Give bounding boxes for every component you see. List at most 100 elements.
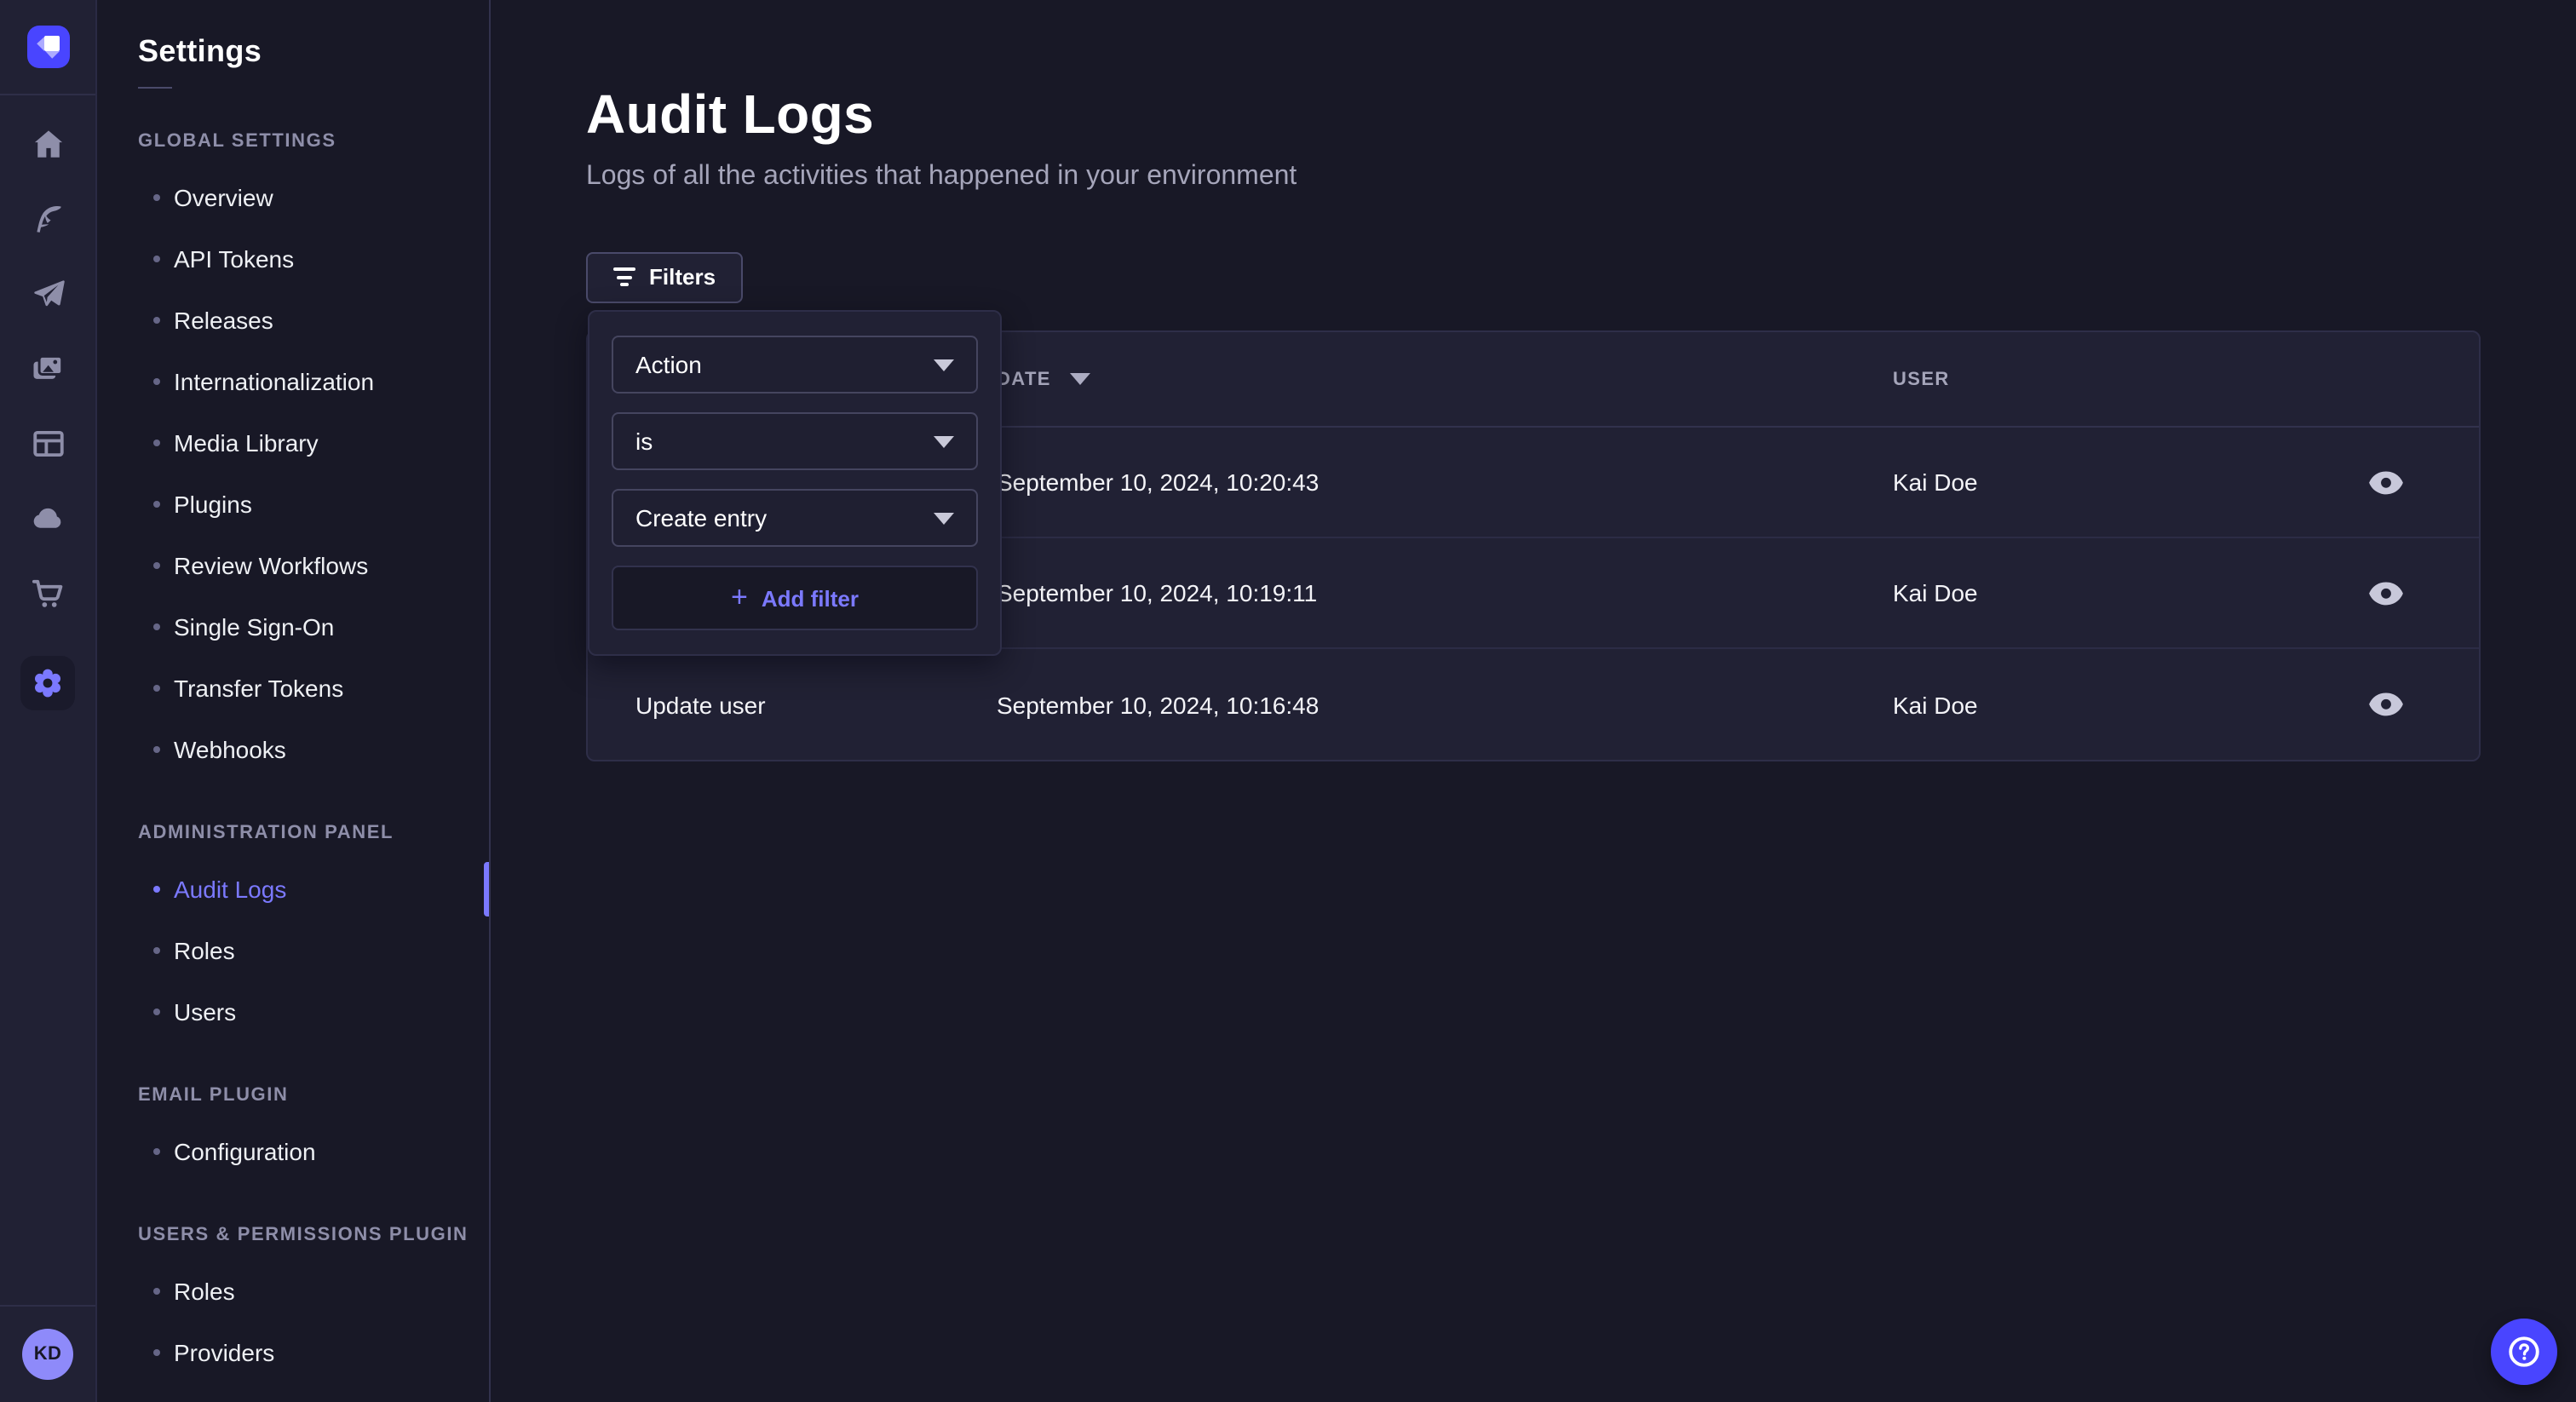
eye-icon — [2367, 580, 2403, 606]
bullet-icon — [153, 440, 160, 446]
main-content: Audit Logs Logs of all the activities th… — [491, 0, 2576, 1402]
sidebar-item-up-providers[interactable]: Providers — [97, 1322, 489, 1383]
home-icon — [30, 125, 66, 161]
bullet-icon — [153, 623, 160, 630]
sidebar-item-overview[interactable]: Overview — [97, 167, 489, 228]
nav-media-library[interactable] — [27, 348, 68, 388]
bullet-icon — [153, 501, 160, 508]
sort-descending-icon — [1070, 373, 1090, 385]
nav-footer: KD — [0, 1305, 95, 1402]
workspace-logo-slot — [0, 0, 95, 95]
cell-date: September 10, 2024, 10:20:43 — [997, 468, 1893, 496]
section-email-plugin: EMAIL PLUGIN — [138, 1085, 489, 1106]
filter-operator-select[interactable]: is — [612, 412, 978, 470]
bullet-icon — [153, 886, 160, 893]
page-subtitle: Logs of all the activities that happened… — [586, 158, 2576, 194]
eye-icon — [2367, 692, 2403, 717]
column-header-date[interactable]: DATE — [997, 369, 1893, 389]
chevron-down-icon — [934, 435, 954, 447]
nav-content-type-builder[interactable] — [27, 422, 68, 463]
add-filter-label: Add filter — [762, 585, 859, 611]
bullet-icon — [153, 1349, 160, 1356]
sidebar-item-email-configuration[interactable]: Configuration — [97, 1121, 489, 1182]
email-plugin-list: Configuration — [97, 1121, 489, 1182]
chevron-down-icon — [934, 359, 954, 371]
nav-icon-list — [20, 123, 75, 710]
strapi-logo-glyph — [26, 26, 69, 68]
sidebar-item-admin-users[interactable]: Users — [97, 981, 489, 1043]
filter-value-value: Create entry — [635, 504, 767, 531]
subnav-title: Settings — [138, 34, 489, 70]
bullet-icon — [153, 1288, 160, 1295]
bullet-icon — [153, 317, 160, 324]
cloud-icon — [29, 499, 66, 537]
cell-date: September 10, 2024, 10:16:48 — [997, 691, 1893, 718]
sidebar-item-webhooks[interactable]: Webhooks — [97, 719, 489, 780]
user-avatar[interactable]: KD — [22, 1329, 73, 1380]
cell-action: Update user — [588, 691, 997, 718]
sidebar-item-up-roles[interactable]: Roles — [97, 1261, 489, 1322]
help-question-icon — [2506, 1334, 2542, 1370]
filters-button[interactable]: Filters — [586, 251, 743, 302]
view-details-button[interactable] — [2361, 569, 2409, 617]
subnav-divider — [138, 87, 172, 89]
nav-home[interactable] — [27, 123, 68, 164]
cell-user: Kai Doe — [1893, 691, 2288, 718]
nav-marketplace[interactable] — [27, 572, 68, 613]
active-item-indicator — [484, 862, 489, 916]
help-button[interactable] — [2491, 1319, 2557, 1385]
bullet-icon — [153, 947, 160, 954]
main-nav-rail: KD — [0, 0, 97, 1402]
sidebar-item-internationalization[interactable]: Internationalization — [97, 351, 489, 412]
sidebar-item-api-tokens[interactable]: API Tokens — [97, 228, 489, 290]
settings-subnav: Settings GLOBAL SETTINGS Overview API To… — [97, 0, 491, 1402]
app-window: KD Settings GLOBAL SETTINGS Overview API… — [0, 0, 2576, 1402]
section-users-permissions-plugin: USERS & PERMISSIONS PLUGIN — [138, 1225, 489, 1245]
bullet-icon — [153, 746, 160, 753]
nav-content-manager[interactable] — [27, 198, 68, 238]
page-title: Audit Logs — [586, 80, 2576, 148]
column-header-user: USER — [1893, 369, 2288, 389]
section-global-settings: GLOBAL SETTINGS — [138, 131, 489, 152]
cell-user: Kai Doe — [1893, 579, 2288, 606]
table-row[interactable]: Update user September 10, 2024, 10:16:48… — [588, 649, 2479, 760]
sidebar-item-media-library[interactable]: Media Library — [97, 412, 489, 474]
filters-button-label: Filters — [649, 264, 716, 290]
sidebar-item-admin-roles[interactable]: Roles — [97, 920, 489, 981]
bullet-icon — [153, 562, 160, 569]
nav-settings[interactable] — [20, 656, 75, 710]
settings-gear-icon — [27, 663, 68, 704]
bullet-icon — [153, 1008, 160, 1015]
filter-icon — [613, 267, 635, 286]
bullet-icon — [153, 1148, 160, 1155]
add-filter-button[interactable]: + Add filter — [612, 566, 978, 630]
filter-area: Filters Action is Create entry + Add fi — [586, 249, 2576, 300]
view-details-button[interactable] — [2361, 681, 2409, 728]
bullet-icon — [153, 256, 160, 262]
sidebar-item-releases[interactable]: Releases — [97, 290, 489, 351]
global-settings-list: Overview API Tokens Releases Internation… — [97, 167, 489, 780]
cart-icon — [29, 574, 66, 612]
plus-icon: + — [731, 582, 748, 611]
users-permissions-list: Roles Providers — [97, 1261, 489, 1383]
sidebar-item-plugins[interactable]: Plugins — [97, 474, 489, 535]
filter-popover: Action is Create entry + Add filter — [588, 310, 1002, 656]
cell-date: September 10, 2024, 10:19:11 — [997, 579, 1893, 606]
filter-field-select[interactable]: Action — [612, 336, 978, 394]
media-library-icon — [29, 349, 66, 387]
sidebar-item-review-workflows[interactable]: Review Workflows — [97, 535, 489, 596]
nav-releases[interactable] — [27, 273, 68, 313]
filter-field-value: Action — [635, 351, 702, 378]
sidebar-item-transfer-tokens[interactable]: Transfer Tokens — [97, 658, 489, 719]
view-details-button[interactable] — [2361, 458, 2409, 506]
section-administration-panel: ADMINISTRATION PANEL — [138, 823, 489, 843]
nav-deploy[interactable] — [27, 497, 68, 538]
bullet-icon — [153, 378, 160, 385]
sidebar-item-single-sign-on[interactable]: Single Sign-On — [97, 596, 489, 658]
bullet-icon — [153, 194, 160, 201]
administration-panel-list: Audit Logs Roles Users — [97, 859, 489, 1043]
cell-user: Kai Doe — [1893, 468, 2288, 496]
sidebar-item-audit-logs[interactable]: Audit Logs — [97, 859, 489, 920]
filter-value-select[interactable]: Create entry — [612, 489, 978, 547]
strapi-logo-icon[interactable] — [26, 26, 69, 68]
